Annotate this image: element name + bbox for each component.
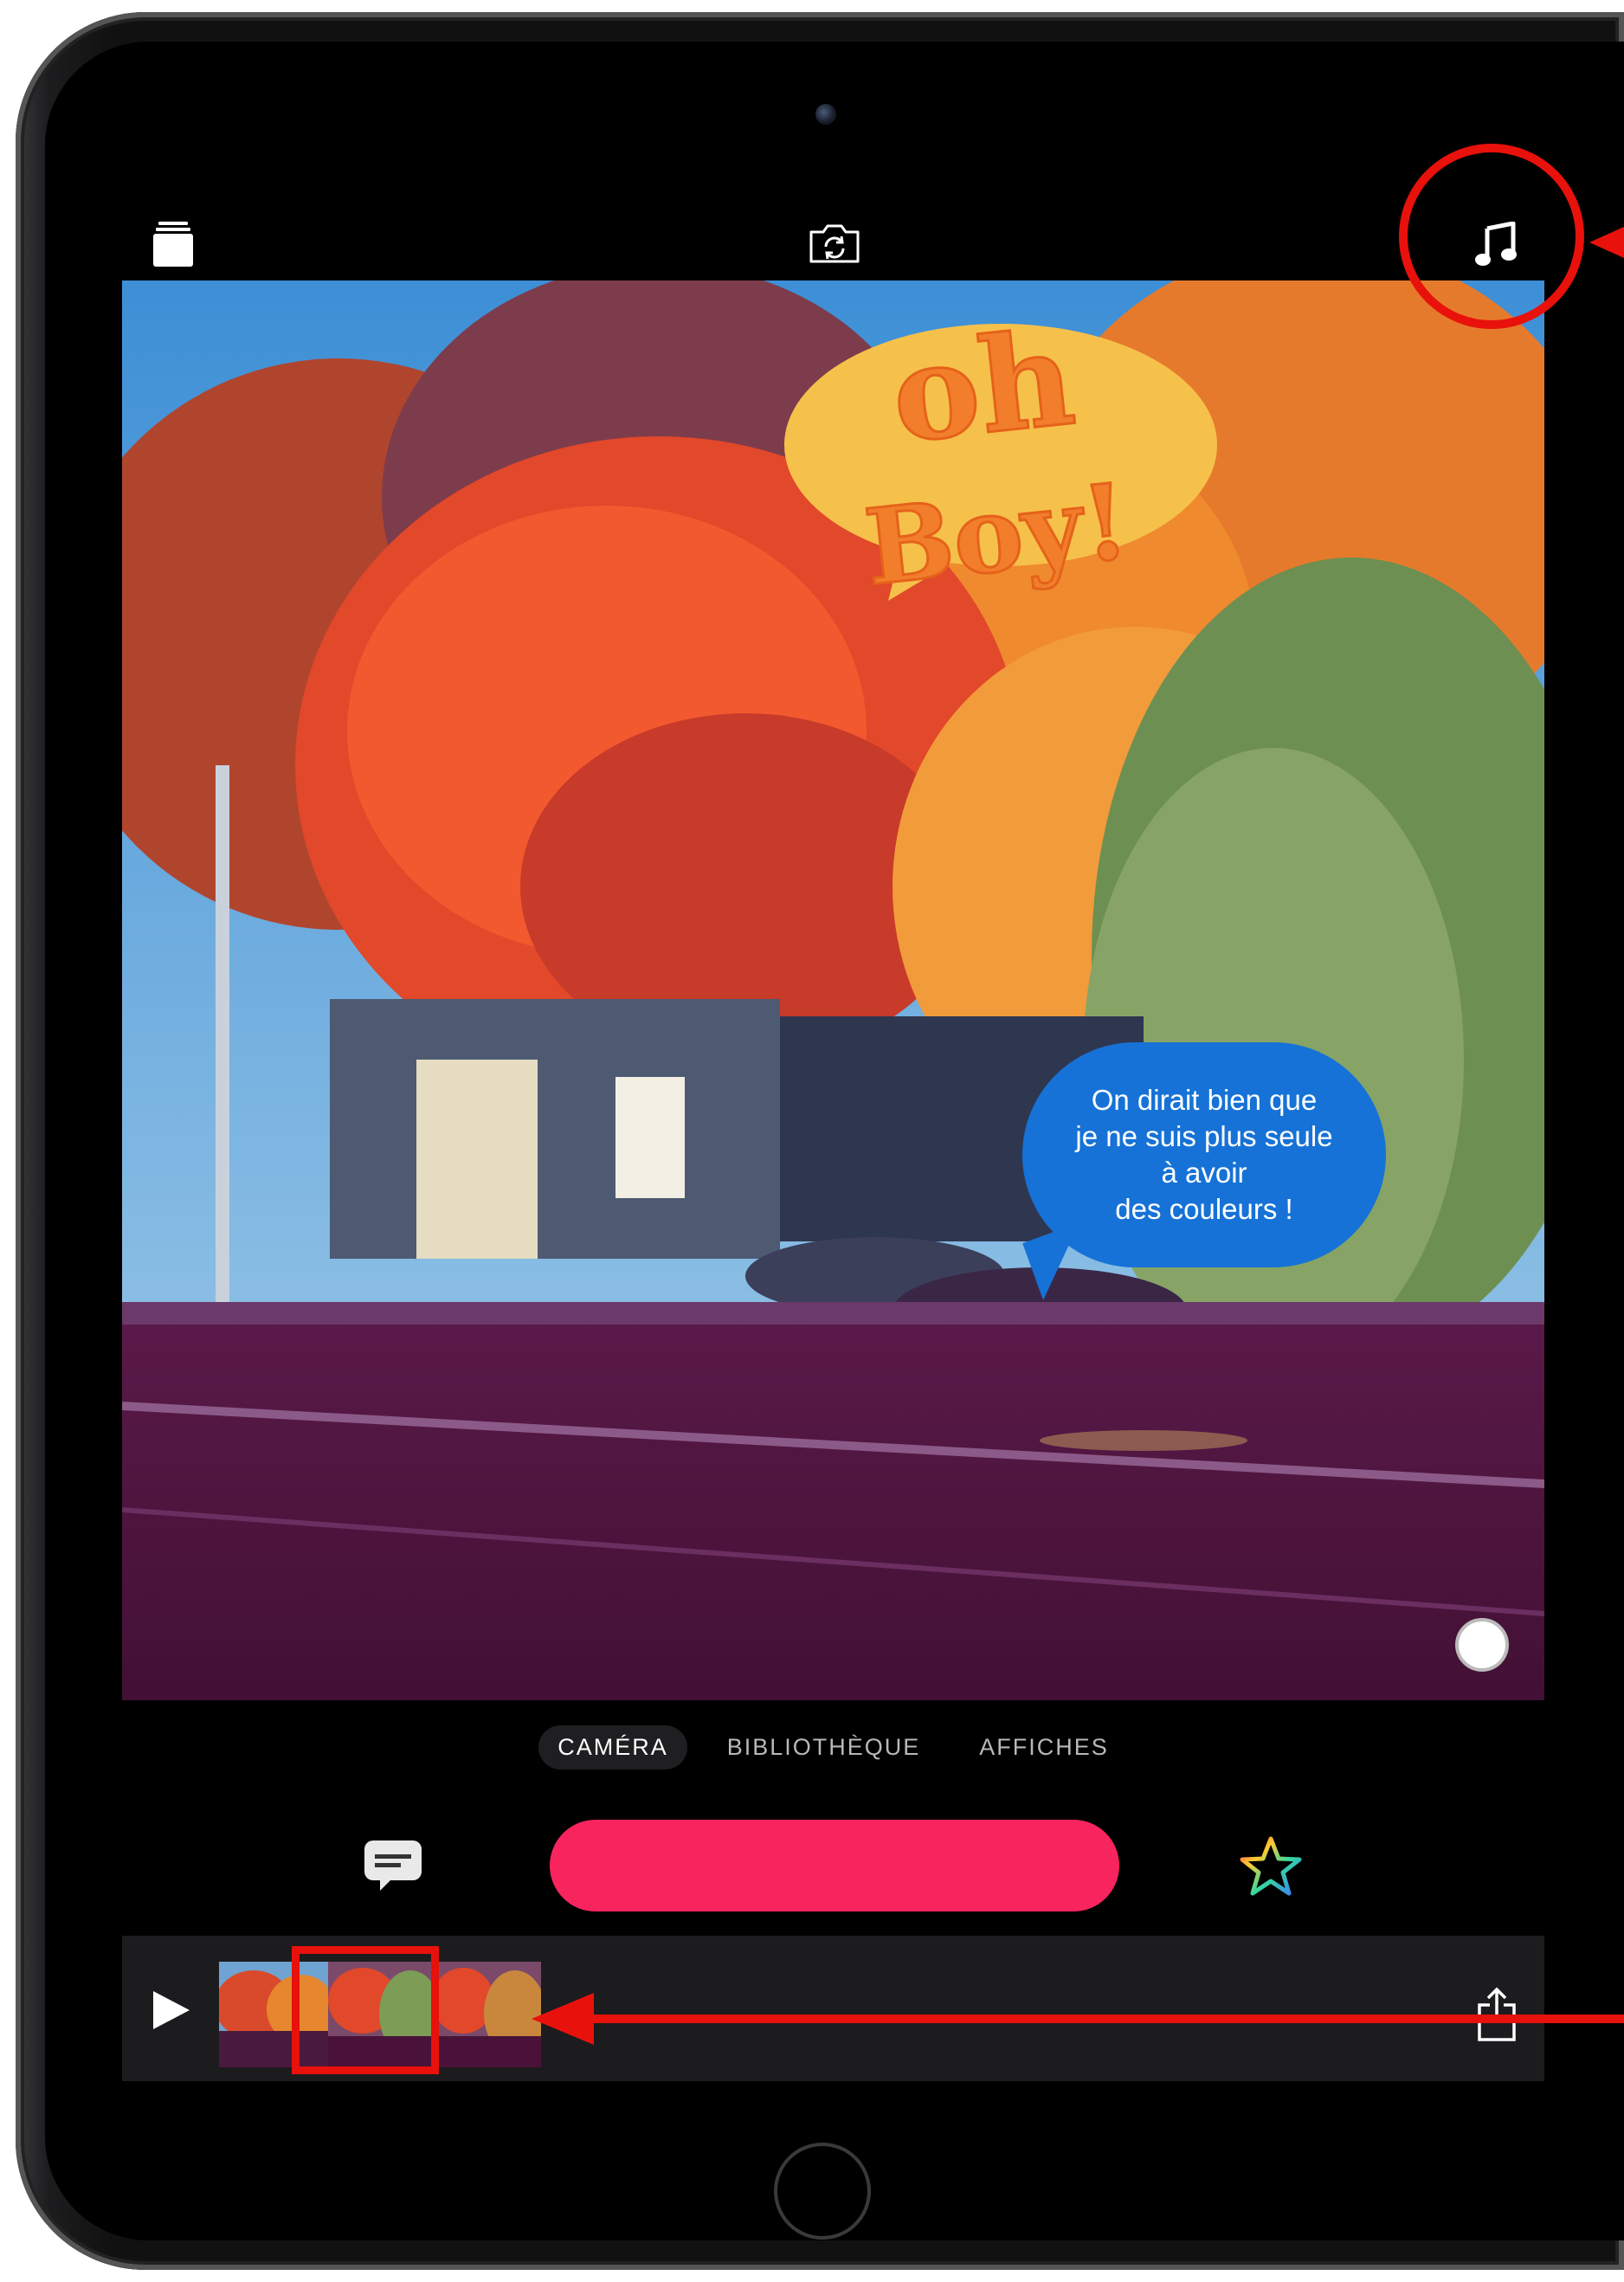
boy-text: Boy! — [860, 461, 1134, 609]
music-pointer-arrow — [1589, 225, 1624, 264]
bubble-line-2: je ne suis plus seule — [1075, 1120, 1333, 1152]
live-titles-icon[interactable] — [363, 1839, 423, 1897]
tab-camera[interactable]: CAMÉRA — [538, 1724, 687, 1770]
clip-thumbnail-3[interactable] — [437, 1962, 541, 2067]
mode-tabs: CAMÉRA BIBLIOTHÈQUE AFFICHES — [122, 1721, 1544, 1773]
bubble-line-1: On dirait bien que — [1091, 1084, 1318, 1116]
clips-app-screen: oh Boy! On dirait bien que je ne suis pl… — [122, 197, 1544, 2083]
clip-highlight-box — [292, 1946, 439, 2074]
oh-text: oh — [885, 315, 1080, 473]
music-highlight-circle — [1399, 144, 1584, 329]
front-camera — [815, 104, 836, 125]
play-icon[interactable] — [151, 1989, 191, 2035]
top-bar — [122, 197, 1544, 280]
record-button[interactable] — [550, 1820, 1119, 1911]
effects-star-icon[interactable] — [1239, 1835, 1303, 1902]
oh-boy-sticker[interactable]: oh Boy! — [776, 315, 1226, 609]
tab-posters[interactable]: AFFICHES — [960, 1725, 1128, 1770]
camera-viewfinder[interactable]: oh Boy! On dirait bien que je ne suis pl… — [122, 280, 1544, 1700]
switch-camera-icon[interactable] — [808, 223, 861, 269]
bubble-line-3: à avoir — [1161, 1157, 1247, 1189]
clips-stack-icon[interactable] — [153, 222, 193, 271]
home-button[interactable] — [774, 2143, 871, 2240]
clip-pointer-arrow — [532, 1993, 1624, 2049]
speech-bubble-sticker[interactable]: On dirait bien que je ne suis plus seule… — [1022, 1042, 1386, 1267]
capture-toggle-button[interactable] — [1455, 1618, 1509, 1672]
action-row — [122, 1816, 1544, 1920]
tab-library[interactable]: BIBLIOTHÈQUE — [708, 1725, 940, 1770]
bubble-line-4: des couleurs ! — [1115, 1193, 1293, 1225]
